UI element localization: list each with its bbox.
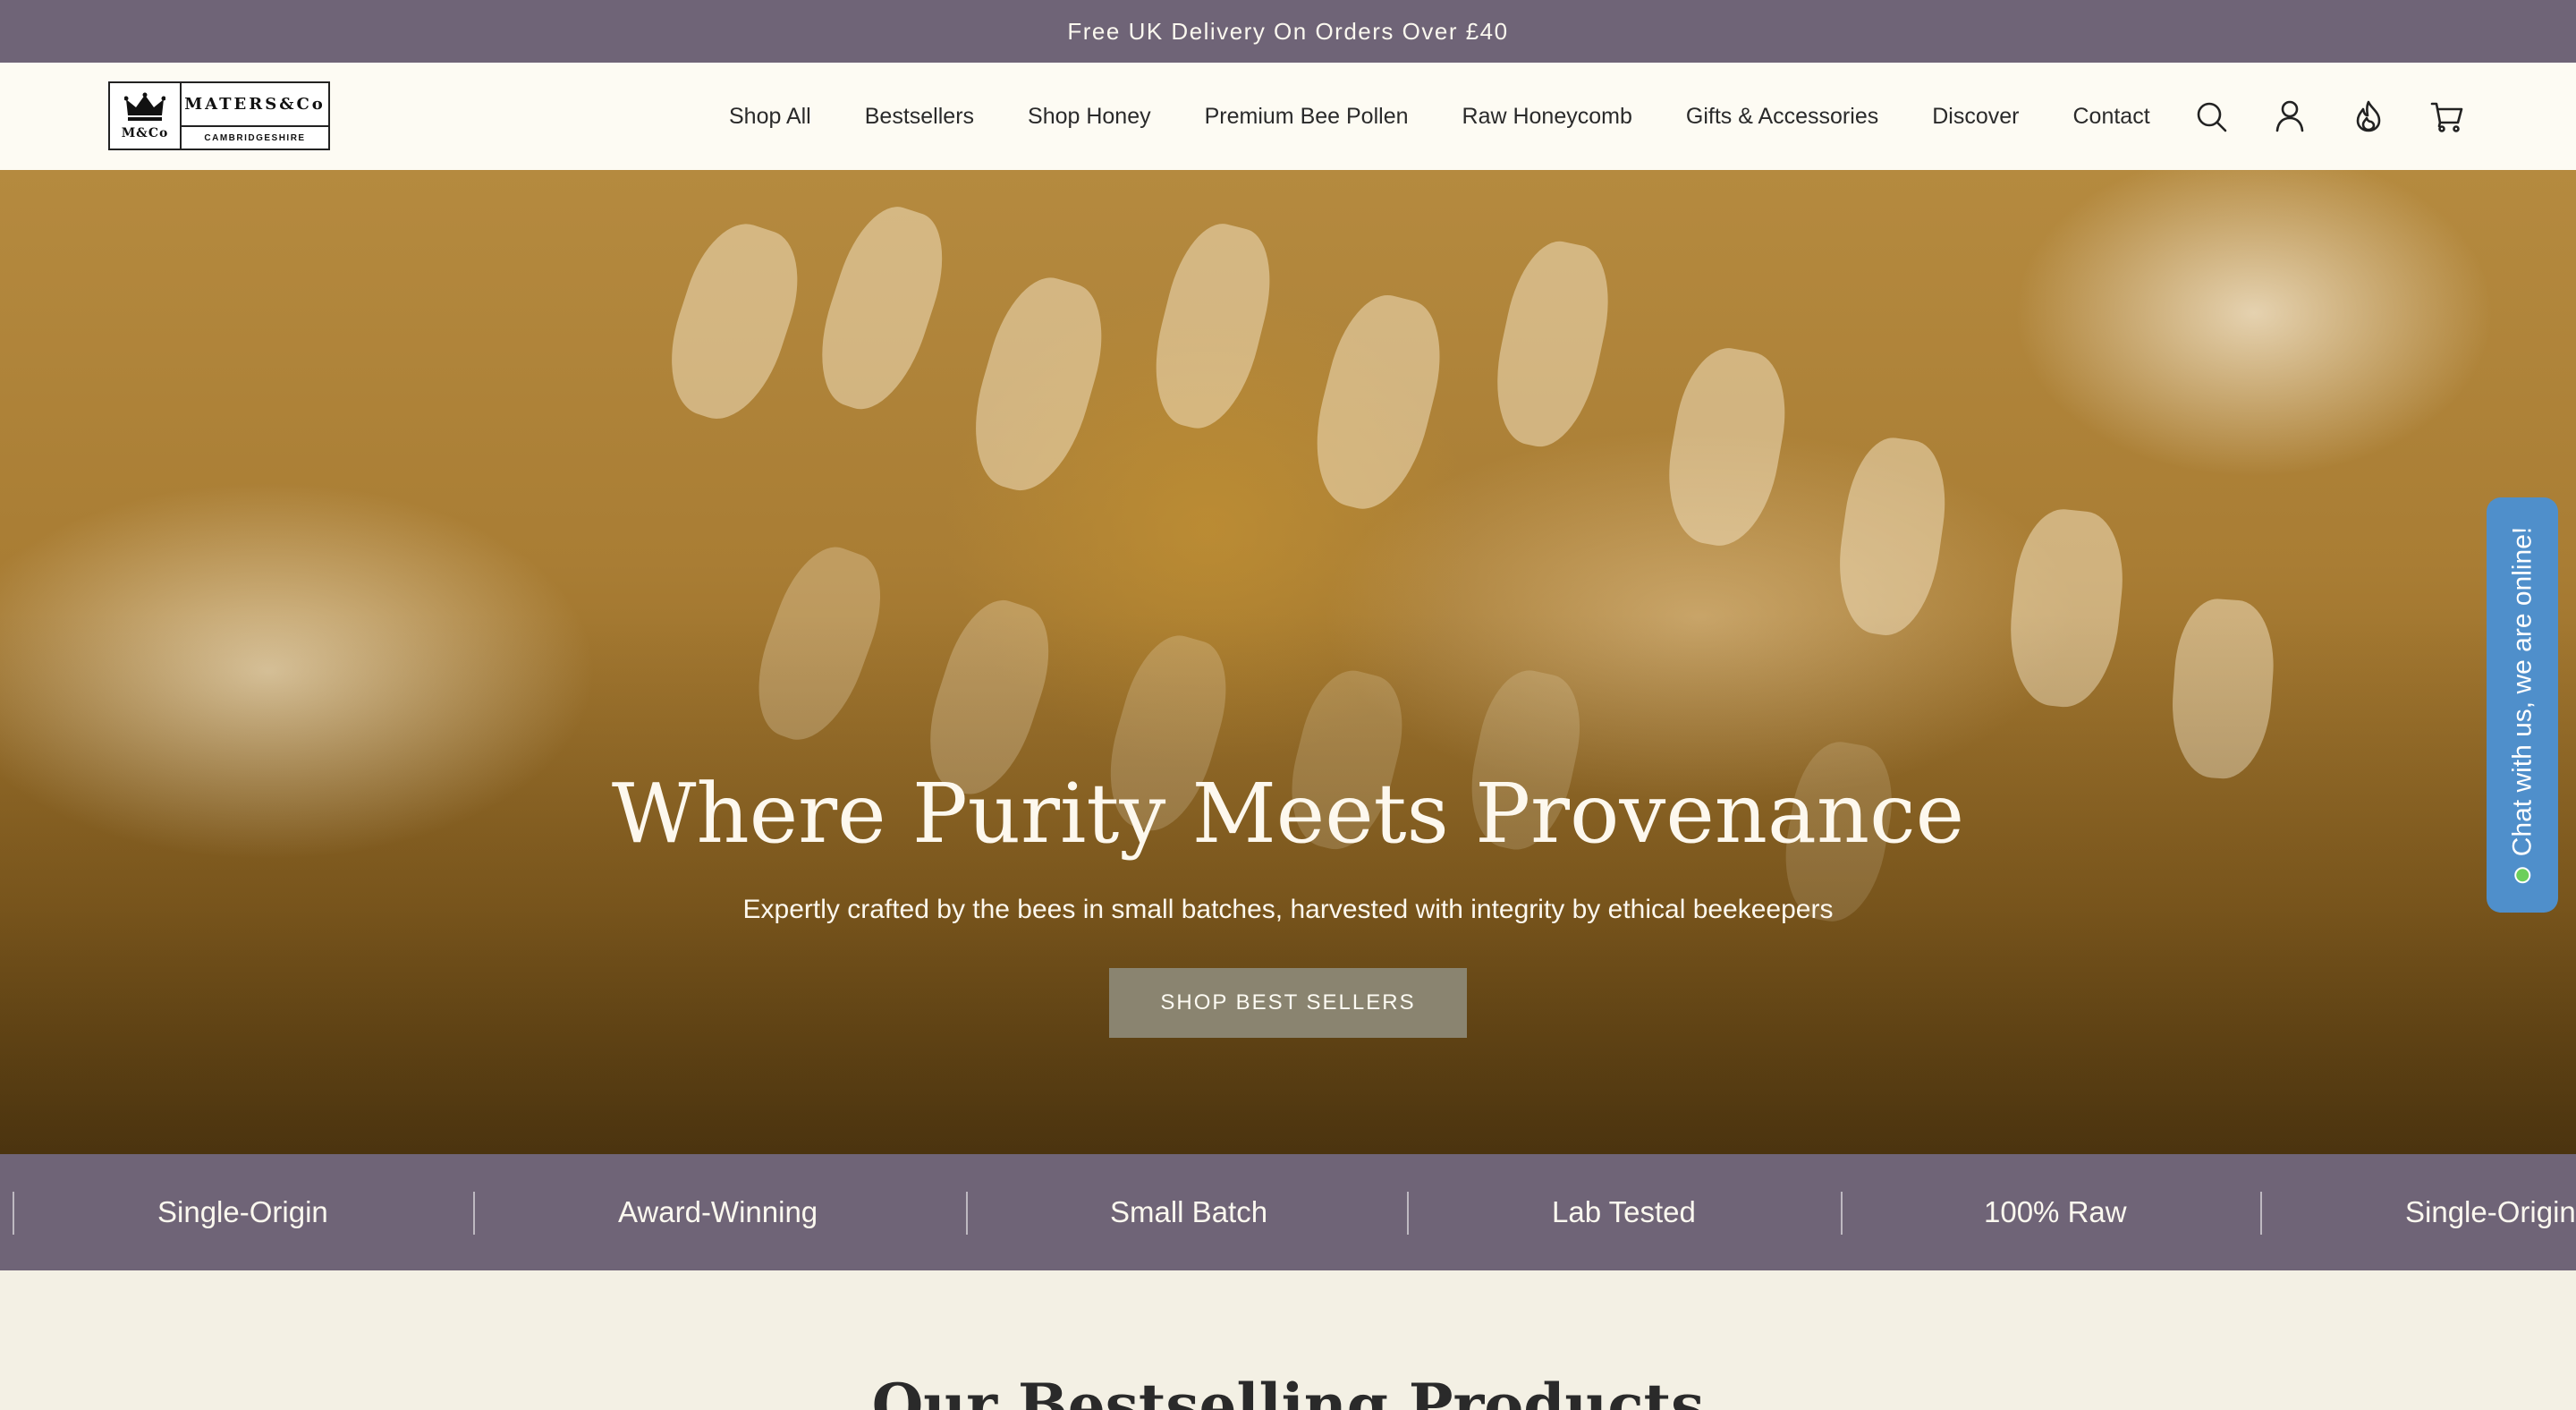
hero-content: Where Purity Meets Provenance Expertly c… [0, 760, 2576, 1038]
site-logo[interactable]: M&Co MATERS&Co CAMBRIDGESHIRE [108, 81, 330, 150]
nav-item-discover[interactable]: Discover [1905, 104, 2046, 130]
feature-single-origin-repeat: Single-Origin [2405, 1195, 2576, 1228]
strip-divider [473, 1192, 475, 1235]
logo-wordmark: MATERS&Co [182, 83, 328, 127]
nav-item-gifts-accessories[interactable]: Gifts & Accessories [1659, 104, 1905, 130]
logo-emblem: M&Co [110, 83, 182, 149]
account-button[interactable] [2272, 98, 2308, 134]
cart-icon [2430, 102, 2463, 132]
shop-best-sellers-button[interactable]: SHOP BEST SELLERS [1109, 968, 1467, 1038]
nav-item-premium-bee-pollen[interactable]: Premium Bee Pollen [1178, 104, 1436, 130]
announcement-text: Free UK Delivery On Orders Over £40 [1067, 17, 1509, 45]
site-header: M&Co MATERS&Co CAMBRIDGESHIRE Shop All B… [0, 63, 2576, 170]
features-strip: Single-Origin Award-Winning Small Batch … [0, 1154, 2576, 1270]
nav-item-contact[interactable]: Contact [2046, 104, 2176, 130]
cart-button[interactable] [2429, 98, 2465, 134]
nav-item-bestsellers[interactable]: Bestsellers [838, 104, 1001, 130]
strip-divider [966, 1192, 968, 1235]
nav-item-raw-honeycomb[interactable]: Raw Honeycomb [1436, 104, 1659, 130]
logo-monogram: M&Co [121, 125, 169, 140]
crown-icon [124, 92, 165, 121]
search-button[interactable] [2193, 98, 2229, 134]
section-title: Our Bestselling Products [871, 1371, 1705, 1410]
announcement-bar: Free UK Delivery On Orders Over £40 [0, 0, 2576, 63]
search-icon [2197, 102, 2227, 132]
nav-item-shop-honey[interactable]: Shop Honey [1001, 104, 1178, 130]
rewards-flame-icon [2356, 100, 2381, 132]
account-icon [2275, 100, 2304, 132]
feature-lab-tested: Lab Tested [1552, 1195, 1696, 1228]
chat-label: Chat with us, we are online! [2507, 526, 2537, 857]
feature-award-winning: Award-Winning [618, 1195, 818, 1228]
feature-small-batch: Small Batch [1110, 1195, 1268, 1228]
strip-divider [2260, 1192, 2262, 1235]
bestselling-section: Our Bestselling Products [0, 1270, 2576, 1410]
hero-subtitle: Expertly crafted by the bees in small ba… [742, 895, 1834, 924]
online-status-dot [2514, 867, 2530, 884]
logo-location: CAMBRIDGESHIRE [204, 132, 306, 143]
strip-divider [1407, 1192, 1409, 1235]
strip-divider [13, 1192, 14, 1235]
feature-100-raw: 100% Raw [1984, 1195, 2127, 1228]
nav-item-shop-all[interactable]: Shop All [729, 104, 838, 130]
header-icons [2193, 63, 2465, 170]
chat-widget-tab[interactable]: Chat with us, we are online! [2487, 497, 2558, 913]
rewards-button[interactable] [2351, 98, 2386, 134]
main-nav: Shop All Bestsellers Shop Honey Premium … [729, 63, 2177, 170]
hero-title: Where Purity Meets Provenance [611, 766, 1965, 862]
hero-banner: Where Purity Meets Provenance Expertly c… [0, 170, 2576, 1154]
strip-divider [1841, 1192, 1843, 1235]
feature-single-origin: Single-Origin [157, 1195, 328, 1228]
